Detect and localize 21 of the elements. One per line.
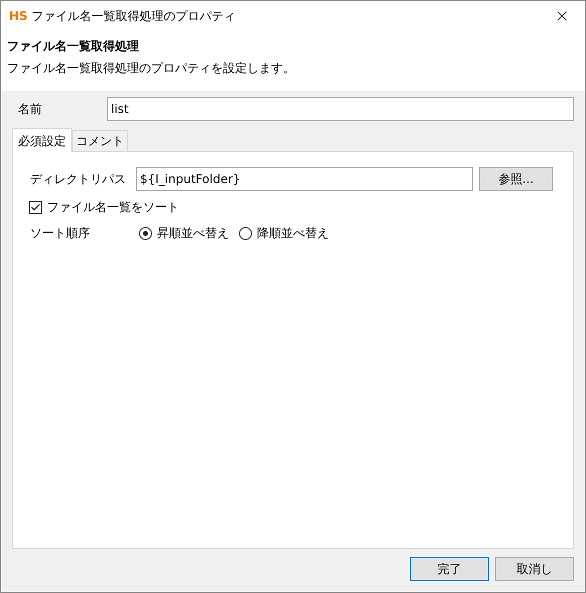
browse-button[interactable]: 参照... [479,167,553,191]
header-title: ファイル名一覧取得処理 [7,38,140,55]
dialog-button[interactable]: 取消し [495,557,574,581]
dialog-button[interactable]: 完了 [410,557,489,581]
header-description: ファイル名一覧取得処理のプロパティを設定します。 [7,60,296,77]
sort-checkbox-label: ファイル名一覧をソート [47,199,179,216]
name-label: 名前 [17,101,43,118]
check-icon [30,202,41,212]
radio-label: 降順並べ替え [257,225,329,242]
sort-order-label: ソート順序 [29,225,91,242]
tab[interactable]: 必須設定 [12,128,72,152]
app-logo: HS [9,8,28,25]
directory-field[interactable]: ${I_inputFolder} [136,167,473,191]
radio-label: 昇順並べ替え [157,225,229,242]
radio-button[interactable] [139,226,152,240]
name-field[interactable]: list [107,97,574,121]
directory-label: ディレクトリパス [29,171,127,188]
window-title: ファイル名一覧取得処理のプロパティ [32,8,236,25]
radio-button[interactable] [239,226,252,240]
tab[interactable]: コメント [72,130,128,151]
sort-checkbox[interactable] [29,200,42,214]
